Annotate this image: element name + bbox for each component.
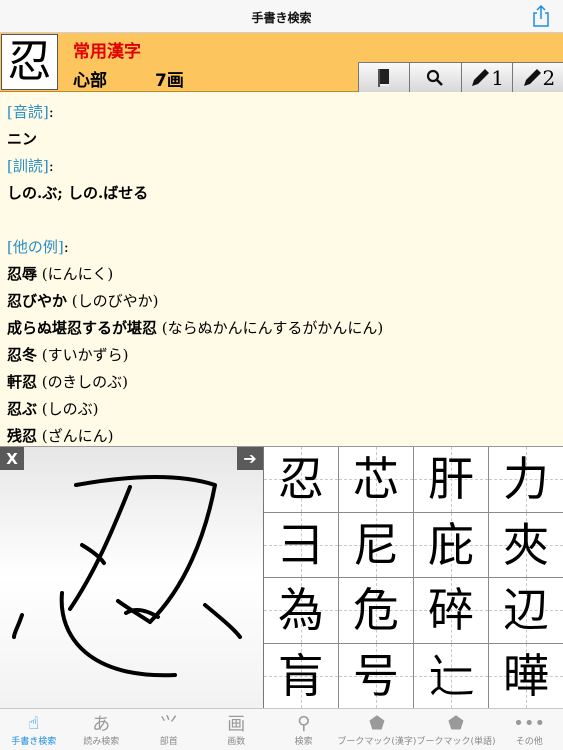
candidate-cell[interactable]: 彐 xyxy=(264,512,338,577)
candidate-cell[interactable]: 肝 xyxy=(414,447,488,512)
pencil-2-button[interactable]: 2 xyxy=(511,62,563,92)
tab-radical[interactable]: ⺍ 部首 xyxy=(135,709,202,750)
candidate-cell[interactable]: 辷 xyxy=(414,643,488,708)
kanji-header: 忍 常用漢字 心部 7画 1 2 xyxy=(0,33,563,92)
hiragana-a-icon: あ xyxy=(92,714,111,735)
candidate-cell[interactable]: 忍 xyxy=(264,447,338,512)
pencil-icon xyxy=(472,68,490,86)
on-reading-value: ニン xyxy=(7,130,38,148)
stroke-count-icon: 画 xyxy=(227,714,246,735)
candidate-cell[interactable]: 碎 xyxy=(414,578,488,643)
handwriting-canvas[interactable]: X ➔ xyxy=(0,446,264,708)
kanji-strokes: 7画 xyxy=(155,71,184,91)
tab-stroke-count[interactable]: 画 画数 xyxy=(202,709,269,750)
tab-more[interactable]: ••• その他 xyxy=(495,709,562,750)
tab-bookmark-kanji[interactable]: ⬟ ブークマック(漢字) xyxy=(337,709,416,750)
pencil-icon xyxy=(523,68,541,86)
examples-heading: [他の例]: xyxy=(7,238,69,256)
navigation-bar: 手書き検索 xyxy=(0,0,563,33)
toolbar: 1 2 xyxy=(358,62,563,92)
example-item[interactable]: 忍ぶ (しのぶ) xyxy=(7,398,557,425)
search-button[interactable] xyxy=(409,62,461,92)
candidate-cell[interactable]: 号 xyxy=(339,643,413,708)
tab-reading-search[interactable]: あ 読み検索 xyxy=(67,709,134,750)
tab-handwriting-search[interactable]: ☝ 手書き検索 xyxy=(0,709,67,750)
book-icon xyxy=(378,68,390,87)
candidate-grid: 忍 芯 肝 力 彐 尼 庇 夾 為 危 碎 辺 肓 号 辷 曄 xyxy=(264,446,563,708)
clear-button[interactable]: X xyxy=(0,447,24,470)
nav-title: 手書き検索 xyxy=(251,11,312,25)
share-icon[interactable] xyxy=(531,4,551,27)
example-item[interactable]: 忍冬 (すいかずら) xyxy=(7,344,557,371)
on-reading-heading: [音読]: xyxy=(7,103,54,121)
candidate-cell[interactable]: 芯 xyxy=(339,447,413,512)
tab-bar: ☝ 手書き検索 あ 読み検索 ⺍ 部首 画 画数 ⚲ 検索 ⬟ ブークマック(漢… xyxy=(0,708,563,750)
pencil-2-label: 2 xyxy=(542,65,556,90)
candidate-cell[interactable]: 庇 xyxy=(414,512,488,577)
candidate-cell[interactable]: 危 xyxy=(339,578,413,643)
kun-reading-heading: [訓読]: xyxy=(7,157,54,175)
candidate-cell[interactable]: 肓 xyxy=(264,643,338,708)
example-item[interactable]: 忍びやか (しのびやか) xyxy=(7,290,557,317)
candidate-cell[interactable]: 為 xyxy=(264,578,338,643)
tab-search[interactable]: ⚲ 検索 xyxy=(270,709,337,750)
kanji-radical: 心部 xyxy=(73,71,107,91)
candidate-cell[interactable]: 辺 xyxy=(489,578,563,643)
example-item[interactable]: 成らぬ堪忍するが堪忍 (ならぬかんにんするがかんにん) xyxy=(7,317,557,344)
more-icon: ••• xyxy=(513,712,546,734)
search-icon xyxy=(427,69,444,86)
kun-reading-value: しの.ぶ; しの.ばせる xyxy=(7,184,149,202)
example-item[interactable]: 軒忍 (のきしのぶ) xyxy=(7,371,557,398)
tag-icon: ⬟ xyxy=(448,712,464,734)
kanji-grade: 常用漢字 xyxy=(73,42,141,62)
candidate-cell[interactable]: 曄 xyxy=(489,643,563,708)
example-item[interactable]: 忍辱 (にんにく) xyxy=(7,263,557,290)
search-icon: ⚲ xyxy=(297,712,311,734)
pencil-1-button[interactable]: 1 xyxy=(460,62,512,92)
candidate-cell[interactable]: 力 xyxy=(489,447,563,512)
tag-icon: ⬟ xyxy=(369,712,385,734)
next-arrow-icon[interactable]: ➔ xyxy=(237,447,263,470)
kanji-display: 忍 xyxy=(1,34,58,90)
hand-icon: ☝ xyxy=(28,712,40,734)
candidate-cell[interactable]: 尼 xyxy=(339,512,413,577)
candidate-cell[interactable]: 夾 xyxy=(489,512,563,577)
handwriting-strokes xyxy=(12,475,242,678)
kanji-character: 忍 xyxy=(7,36,52,87)
dictionary-button[interactable] xyxy=(358,62,410,92)
radical-icon: ⺍ xyxy=(159,714,178,735)
pencil-1-label: 1 xyxy=(491,65,504,90)
tab-bookmark-word[interactable]: ⬟ ブークマック(単語) xyxy=(416,709,495,750)
kanji-detail: [音読]: ニン [訓読]: しの.ぶ; しの.ばせる [他の例]: 忍辱 (に… xyxy=(7,101,557,452)
